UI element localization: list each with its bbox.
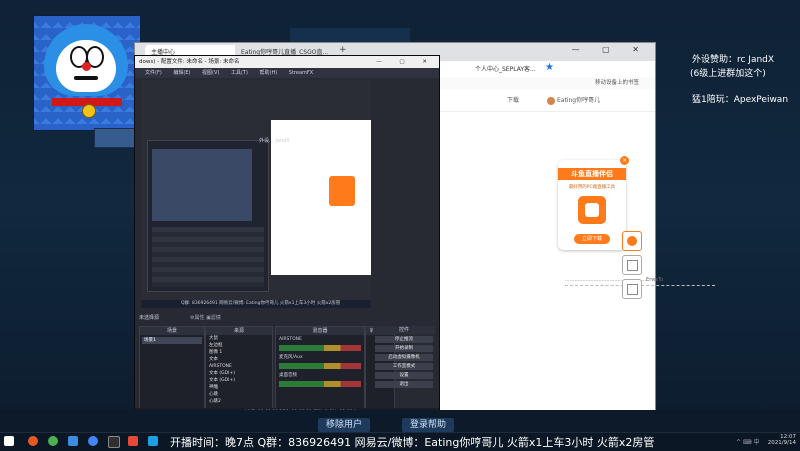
stop-streaming-button[interactable]: 停止推流 — [375, 336, 433, 343]
douyu-logo-icon — [578, 196, 606, 224]
volume-meter[interactable] — [279, 345, 361, 351]
login-bottom-band — [0, 410, 800, 432]
menu-streamfx[interactable]: StreamFX — [289, 70, 313, 76]
obs-dock-panels: 未选择源 ⚙属性 ▣滤镜 场景 场景1 来源 大鼠 左边框 图像 1 文本 AI… — [135, 312, 439, 412]
menu-edit[interactable]: 编辑(E) — [173, 70, 190, 76]
source-item[interactable]: 文本 — [206, 356, 272, 363]
nested-taskbar: Q群: 836926491 网易云/微博: Eating你哼哥儿 火箭x1上车3… — [141, 300, 371, 308]
sponsor-text: 外设赞助：rc JandX — [692, 55, 775, 65]
volume-meter[interactable] — [279, 363, 361, 369]
menu-file[interactable]: 文件(F) — [145, 70, 162, 76]
scene-item[interactable]: 场景1 — [142, 337, 202, 344]
source-item[interactable]: 心跳 — [206, 391, 272, 398]
login-help-button[interactable]: 登录帮助 — [402, 418, 455, 432]
mixer-header: 混音器 — [276, 327, 364, 335]
controls-header: 控件 — [373, 326, 435, 334]
start-recording-button[interactable]: 开始录制 — [375, 345, 433, 352]
app-green-icon[interactable] — [48, 436, 58, 446]
mixer-track-label: 桌面音频 — [279, 373, 297, 378]
audio-mixer-panel: 混音器 AIRSTONE 麦克风/Aux 桌面音频 — [275, 326, 365, 410]
scenes-panel: 场景 场景1 — [139, 326, 205, 410]
source-item[interactable]: 图像 1 — [206, 349, 272, 356]
page-content: 下载 Eating你哼哥儿 ..........................… — [425, 89, 715, 411]
remove-user-button[interactable]: 移除用户 — [318, 418, 371, 432]
sources-panel: 来源 大鼠 左边框 图像 1 文本 AIRSTONE 文本 (GDI+) 文本 … — [205, 326, 273, 410]
clock-date: 2021/9/14 — [767, 440, 796, 446]
promo-subtitle: 最好用的PC端直播工具 — [568, 185, 616, 190]
user-avatar-icon — [547, 96, 555, 105]
user-menu[interactable]: Eating你哼哥儿 — [547, 95, 600, 105]
share-side-icon[interactable] — [622, 279, 642, 299]
mobile-bookmarks-link[interactable]: 移动设备上的书签 — [595, 78, 639, 86]
douyu-promo-card[interactable]: 斗鱼直播伴侣 最好用的PC端直播工具 立即下载 — [558, 160, 626, 250]
obs-titlebar: dows) - 配置文件: 未命名 - 场景: 未命名 — ▢ ✕ — [135, 56, 439, 68]
system-tray[interactable]: ^ ⌨ 中 — [736, 437, 760, 446]
windows-start-icon[interactable] — [4, 436, 14, 446]
taskbar-clock[interactable]: 12:07 2021/9/14 — [760, 434, 796, 446]
source-props-controls[interactable]: ⚙属性 ▣滤镜 — [190, 314, 221, 321]
avatar-mouth — [74, 76, 98, 80]
source-item[interactable]: 大鼠 — [206, 335, 272, 342]
sponsor-note: (6级上进群加这个) — [690, 69, 766, 79]
netease-music-icon[interactable] — [128, 436, 138, 446]
menu-help[interactable]: 帮助(H) — [260, 70, 278, 76]
obs-preview[interactable]: 外设... JandX Q群: 836926491 网易云/微博: Eating… — [141, 80, 371, 308]
promo-title: 斗鱼直播伴侣 — [558, 168, 626, 180]
chrome-icon[interactable] — [88, 436, 98, 446]
home-side-icon[interactable] — [622, 255, 642, 275]
source-item[interactable]: AIRSTONE — [206, 363, 272, 370]
source-item[interactable]: 左边框 — [206, 342, 272, 349]
promo-close-button[interactable]: × — [620, 156, 629, 165]
source-item[interactable]: 神雕 — [206, 384, 272, 391]
mixer-track-label: AIRSTONE — [279, 337, 302, 342]
volume-meter[interactable] — [279, 381, 361, 387]
studio-mode-button[interactable]: 工作室模式 — [375, 363, 433, 370]
source-item[interactable]: 文本 (GDI+) — [206, 377, 272, 384]
obs-window-controls[interactable]: — ▢ ✕ — [376, 56, 435, 68]
new-tab-button[interactable]: + — [339, 45, 347, 55]
sources-header: 来源 — [206, 327, 272, 335]
app-cyan-icon[interactable] — [148, 436, 158, 446]
avatar-nose — [82, 62, 91, 71]
obs-title: dows) - 配置文件: 未命名 - 场景: 未命名 — [139, 59, 240, 65]
stream-info-ticker: 开播时间：晚7点 Q群：836926491 网易云/微博：Eating你哼哥儿 … — [170, 436, 655, 449]
firefox-icon[interactable] — [28, 436, 38, 446]
bell-icon — [82, 104, 96, 118]
menu-view[interactable]: 视图(V) — [202, 70, 219, 76]
bookmark-star-icon[interactable]: ★ — [545, 62, 554, 73]
obs-window: dows) - 配置文件: 未命名 - 场景: 未命名 — ▢ ✕ 文件(F) … — [134, 55, 440, 419]
settings-button[interactable]: 设置 — [375, 372, 433, 379]
menu-tools[interactable]: 工具(T) — [231, 70, 248, 76]
scenes-header: 场景 — [140, 327, 204, 335]
nested-promo — [329, 176, 355, 206]
obs-menubar: 文件(F) 编辑(E) 视图(V) 工具(T) 帮助(H) StreamFX — [135, 68, 439, 78]
controls-panel: 控件 停止推流 开始录制 启动虚拟摄像机 工作室模式 设置 退出 — [373, 326, 435, 408]
exit-button[interactable]: 退出 — [375, 381, 433, 388]
window-controls[interactable]: — ▢ ✕ — [572, 45, 649, 54]
promo-download-button[interactable]: 立即下载 — [574, 234, 610, 244]
companion-text: 猛1陪玩：ApexPeiwan — [692, 95, 789, 105]
no-source-label: 未选择源 — [139, 315, 160, 321]
avatar-webcam-overlay — [33, 15, 141, 131]
nested-obs — [147, 140, 269, 292]
address-text: 个人中心_SEPLAY客... — [475, 66, 536, 73]
page-header: 下载 Eating你哼哥儿 — [425, 89, 655, 112]
mixer-track-label: 麦克风/Aux — [279, 355, 303, 360]
nested-overlay-text: 外设... JandX — [259, 138, 290, 144]
obs-icon[interactable] — [108, 436, 120, 448]
recursive-preview: 外设... JandX — [141, 80, 371, 300]
source-item[interactable]: 文本 (GDI+) — [206, 370, 272, 377]
user-name: Eating你哼哥儿 — [557, 97, 601, 104]
download-link[interactable]: 下载 — [507, 95, 519, 104]
play-side-icon[interactable] — [622, 231, 642, 251]
virtual-camera-button[interactable]: 启动虚拟摄像机 — [375, 354, 433, 361]
source-item[interactable]: 心跳2 — [206, 398, 272, 405]
app-blue-icon[interactable] — [68, 436, 78, 446]
avatar-face — [44, 24, 128, 96]
